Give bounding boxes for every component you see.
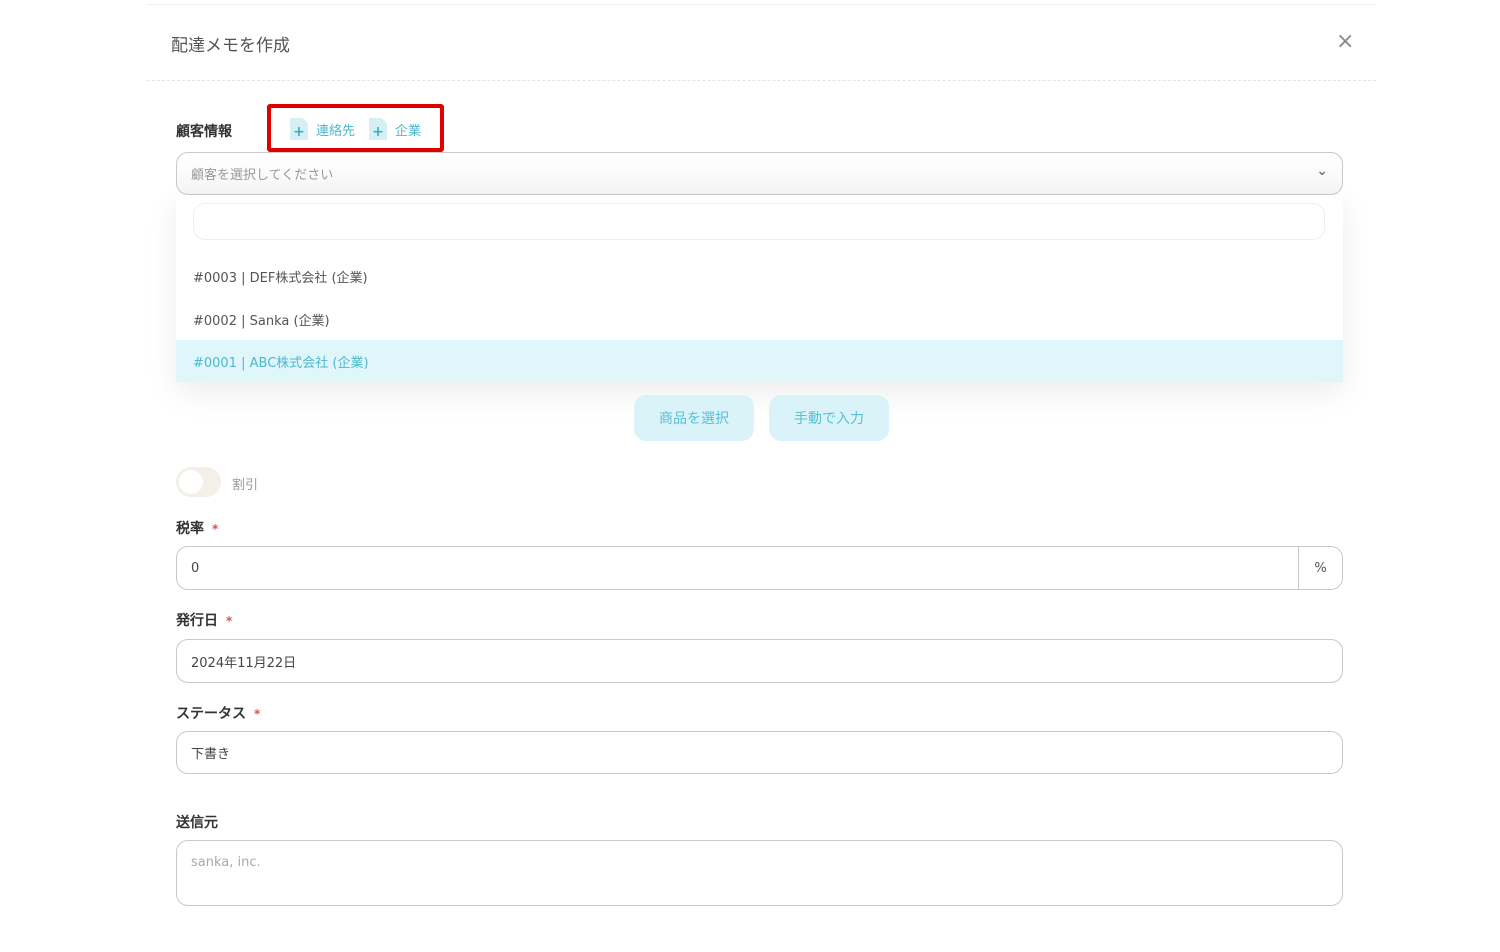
modal-top-border (147, 4, 1376, 5)
close-icon[interactable]: × (1336, 29, 1354, 54)
percent-addon: % (1298, 547, 1342, 589)
tax-label: 税率 * (176, 521, 219, 537)
customer-select-placeholder: 顧客を選択してください (191, 168, 334, 183)
manual-input-button[interactable]: 手動で入力 (769, 395, 889, 441)
issue-date-input[interactable]: 2024年11月22日 (176, 639, 1343, 683)
add-contact-button[interactable]: + 連絡先 (290, 118, 355, 140)
add-document-icon: + (369, 118, 387, 140)
sender-textarea[interactable]: sanka, inc. (176, 840, 1343, 906)
toggle-knob (179, 470, 203, 494)
add-company-label: 企業 (395, 123, 422, 139)
status-label: ステータス * (176, 706, 261, 722)
discount-label: 割引 (232, 478, 259, 493)
chevron-down-icon: ⌄ (1316, 163, 1328, 179)
discount-toggle[interactable] (176, 467, 221, 497)
customer-select[interactable]: 顧客を選択してください ⌄ (176, 152, 1343, 195)
add-document-icon: + (290, 118, 308, 140)
divider (147, 80, 1376, 81)
dropdown-option-selected[interactable]: #0001 | ABC株式会社 (企業) (176, 340, 1343, 382)
add-company-button[interactable]: + 企業 (369, 118, 421, 140)
required-asterisk: * (212, 522, 219, 536)
tax-value: 0 (191, 560, 200, 576)
required-asterisk: * (226, 614, 233, 628)
customer-dropdown: #0003 | DEF株式会社 (企業) #0002 | Sanka (企業) … (176, 195, 1343, 382)
customer-label: 顧客情報 (176, 124, 232, 140)
issue-date-label: 発行日 * (176, 613, 233, 629)
select-product-button[interactable]: 商品を選択 (634, 395, 754, 441)
required-asterisk: * (254, 707, 261, 721)
dropdown-option[interactable]: #0003 | DEF株式会社 (企業) (176, 255, 1343, 297)
dropdown-option[interactable]: #0002 | Sanka (企業) (176, 298, 1343, 340)
status-select[interactable]: 下書き (176, 731, 1343, 774)
modal-title: 配達メモを作成 (171, 36, 290, 56)
customer-search-input[interactable] (193, 203, 1325, 240)
add-contact-label: 連絡先 (316, 123, 356, 139)
tax-input[interactable]: 0% (176, 546, 1343, 590)
sender-label: 送信元 (176, 815, 218, 831)
